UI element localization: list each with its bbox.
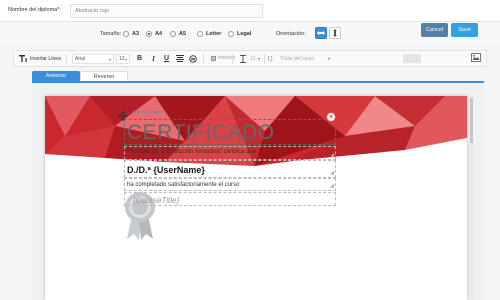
editor-toolbar: Insertar Línea Arial ▾ 12 ▾ B I U #000000 … [13, 50, 487, 67]
size-option-legal[interactable]: Legal [228, 31, 251, 37]
position-readout: X: 82mm Y:88mm [132, 109, 164, 114]
toolbar-divider [232, 54, 233, 64]
certificate-title-field[interactable]: CERTIFICADO [124, 119, 336, 145]
chevron-down-icon: ▾ [124, 57, 127, 62]
diploma-name-input[interactable] [70, 4, 263, 18]
border-style-icon[interactable] [188, 54, 197, 63]
size-option-a5[interactable]: A5 [170, 31, 186, 37]
toolbar-divider [203, 54, 204, 64]
certificate-title: CERTIFICADO [127, 121, 275, 144]
radio-selected-icon [146, 31, 152, 37]
size-label: Tamaño: [100, 31, 122, 37]
save-button[interactable]: Save [451, 23, 478, 37]
size-option-letter[interactable]: Letter [197, 31, 221, 37]
tab-back[interactable]: Reverso [80, 71, 128, 81]
line-height-select[interactable]: 12 ▾ [248, 54, 262, 64]
font-size-select[interactable]: 12 ▾ [116, 54, 130, 64]
radio-icon [123, 31, 129, 37]
insert-line-button[interactable]: Insertar Línea [19, 51, 61, 66]
close-icon[interactable]: × [326, 112, 336, 122]
chevron-down-icon: ▾ [108, 57, 111, 62]
resize-handle-icon[interactable]: ◢ [330, 183, 334, 189]
cancel-button[interactable]: Cancel [421, 23, 448, 37]
align-text-icon[interactable] [175, 54, 184, 63]
completion-text-field[interactable]: ha completado satisfactoriamente el curs… [124, 178, 336, 191]
chevron-down-icon: ▾ [257, 56, 260, 61]
text-color-swatch[interactable] [211, 56, 216, 61]
radio-icon [170, 31, 176, 37]
portrait-icon [333, 29, 337, 37]
resize-handle-icon[interactable]: ◢ [330, 170, 334, 176]
chevron-down-icon: ▾ [327, 56, 330, 61]
scrollbar-thumb[interactable] [470, 98, 473, 143]
toolbar-divider [66, 54, 67, 64]
variables-button[interactable]: { } [268, 51, 273, 66]
course-title-field[interactable]: {CourseTitle} [124, 192, 336, 206]
insert-variable-button [403, 54, 421, 63]
course-title-variable-select[interactable]: Título del curso ▾ [278, 54, 332, 64]
orientation-label: Orientación: [276, 31, 306, 37]
image-icon[interactable] [471, 53, 481, 62]
portrait-orientation-button[interactable] [329, 27, 341, 39]
radio-icon [197, 31, 203, 37]
landscape-icon [317, 31, 325, 35]
font-family-select[interactable]: Arial ▾ [72, 54, 114, 64]
diploma-name-label: Nombre del diploma*: [8, 7, 61, 13]
size-option-a3[interactable]: A3 [123, 31, 139, 37]
username-text-field[interactable]: D./D.ª {UserName} ◢ [124, 160, 336, 178]
text-insert-icon [19, 55, 27, 62]
radio-icon [228, 31, 234, 37]
braces-icon: { } [268, 55, 273, 62]
tab-front[interactable]: Anverso [32, 71, 80, 81]
landscape-orientation-button[interactable] [315, 27, 327, 39]
italic-icon[interactable]: I [149, 54, 158, 63]
toolbar-divider [264, 54, 265, 64]
resize-handle-icon[interactable]: ◢ [330, 152, 334, 158]
diploma-name-row: Nombre del diploma*: [0, 0, 500, 22]
bold-icon[interactable]: B [135, 54, 144, 63]
size-option-a4[interactable]: A4 [146, 31, 162, 37]
line-height-icon[interactable] [238, 54, 247, 63]
underline-icon[interactable]: U [162, 54, 171, 63]
canvas-scrollbar[interactable] [470, 96, 473, 300]
institution-text-field[interactable]: "Nombre de la institución formativa" cer… [124, 146, 336, 160]
